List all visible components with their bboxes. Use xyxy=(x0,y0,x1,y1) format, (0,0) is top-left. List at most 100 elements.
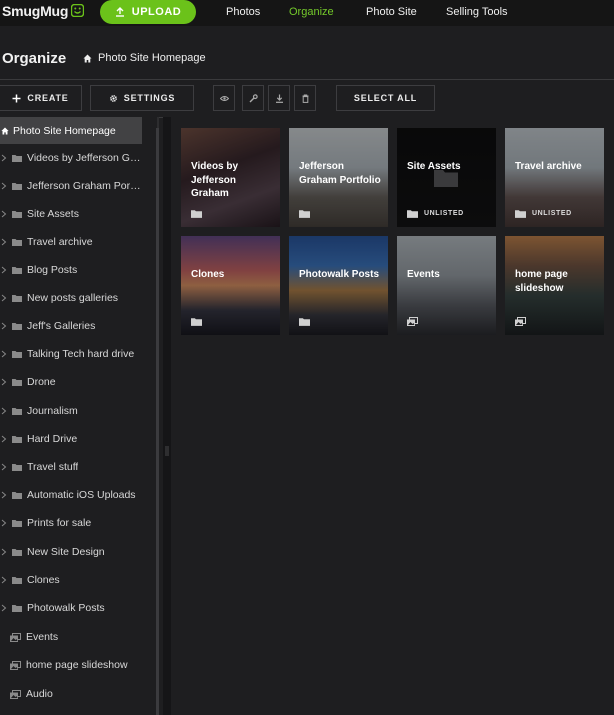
grid-tile[interactable]: Videos by Jefferson Graham xyxy=(181,128,280,227)
chevron-right-icon[interactable] xyxy=(0,576,8,584)
sidebar-item[interactable]: Site Assets xyxy=(0,205,142,223)
sidebar-item-label: New posts galleries xyxy=(27,292,119,304)
tile-footer xyxy=(515,317,526,326)
sidebar-item[interactable]: Videos by Jefferson Graham xyxy=(0,149,142,167)
tile-footer xyxy=(191,209,202,218)
folder-icon xyxy=(12,211,22,218)
grid-tile[interactable]: Site Assets UNLISTED xyxy=(397,128,496,227)
sidebar-item-label: Clones xyxy=(27,574,60,586)
gallery-icon xyxy=(10,689,21,699)
tile-footer xyxy=(299,209,310,218)
tile-footer xyxy=(407,317,418,326)
tile-footer: UNLISTED xyxy=(515,209,572,218)
chevron-right-icon[interactable] xyxy=(0,154,8,162)
sidebar-item-photo-site-homepage[interactable]: Photo Site Homepage xyxy=(0,117,142,144)
eye-icon xyxy=(219,95,229,101)
chevron-right-icon[interactable] xyxy=(0,463,8,471)
grid-tile[interactable]: Photowalk Posts xyxy=(289,236,388,335)
chevron-right-icon[interactable] xyxy=(0,548,8,556)
tile-title: Travel archive xyxy=(515,161,582,172)
sidebar-item[interactable]: Photowalk Posts xyxy=(0,599,142,617)
tools-button[interactable] xyxy=(242,85,264,111)
nav-selling-tools[interactable]: Selling Tools xyxy=(446,6,508,18)
sidebar-item[interactable]: home page slideshow xyxy=(0,656,142,674)
folder-icon xyxy=(12,492,22,499)
sidebar-item[interactable]: New Site Design xyxy=(0,543,142,561)
sidebar-item[interactable]: Automatic iOS Uploads xyxy=(0,486,142,504)
sidebar-item[interactable]: Jeff's Galleries xyxy=(0,317,142,335)
visibility-button[interactable] xyxy=(213,85,235,111)
sidebar-item[interactable]: Events xyxy=(0,628,142,646)
sidebar: Photo Site Homepage Videos by Jefferson … xyxy=(0,117,158,715)
unlisted-badge: UNLISTED xyxy=(424,210,464,217)
gallery-icon xyxy=(10,660,21,670)
grid-tile[interactable]: Jefferson Graham Portfolio xyxy=(289,128,388,227)
sidebar-item[interactable]: Travel stuff xyxy=(0,458,142,476)
chevron-right-icon[interactable] xyxy=(0,266,8,274)
sidebar-item[interactable]: Blog Posts xyxy=(0,261,142,279)
delete-button[interactable] xyxy=(294,85,316,111)
tile-title: Events xyxy=(407,269,440,280)
folder-icon xyxy=(299,210,310,218)
tile-footer xyxy=(191,317,202,326)
gallery-icon xyxy=(407,317,418,326)
chevron-right-icon[interactable] xyxy=(0,435,8,443)
folder-icon xyxy=(515,210,526,218)
download-icon xyxy=(275,94,283,103)
breadcrumb[interactable]: Photo Site Homepage xyxy=(83,52,206,64)
smugmug-logo[interactable]: SmugMug xyxy=(2,3,85,19)
chevron-right-icon[interactable] xyxy=(0,604,8,612)
sidebar-item[interactable]: Prints for sale xyxy=(0,514,142,532)
sidebar-item[interactable]: Jefferson Graham Portfolio xyxy=(0,177,142,195)
sidebar-item-label: Photowalk Posts xyxy=(27,602,105,614)
chevron-right-icon[interactable] xyxy=(0,322,8,330)
create-label: CREATE xyxy=(27,93,69,103)
sidebar-item-label: Journalism xyxy=(27,405,78,417)
sidebar-item[interactable]: Talking Tech hard drive xyxy=(0,345,142,363)
sidebar-item[interactable]: Audio xyxy=(0,685,142,703)
sidebar-item-label: Travel archive xyxy=(27,236,93,248)
settings-button[interactable]: SETTINGS xyxy=(90,85,194,111)
chevron-right-icon[interactable] xyxy=(0,182,8,190)
tile-title: Site Assets xyxy=(407,161,461,172)
upload-label: UPLOAD xyxy=(131,6,182,18)
nav-photos[interactable]: Photos xyxy=(226,6,260,18)
sidebar-item[interactable]: Travel archive xyxy=(0,233,142,251)
chevron-right-icon[interactable] xyxy=(0,407,8,415)
folder-icon xyxy=(12,155,22,162)
grid-tile[interactable]: Events xyxy=(397,236,496,335)
panel-divider[interactable] xyxy=(163,117,171,715)
gallery-icon xyxy=(10,632,21,642)
chevron-right-icon[interactable] xyxy=(0,210,8,218)
download-button[interactable] xyxy=(268,85,290,111)
folder-icon xyxy=(12,464,22,471)
chevron-right-icon[interactable] xyxy=(0,294,8,302)
content-grid: Videos by Jefferson Graham Jefferson Grah… xyxy=(171,117,614,715)
create-button[interactable]: CREATE xyxy=(0,85,82,111)
sidebar-item[interactable]: Drone xyxy=(0,373,142,391)
upload-button[interactable]: UPLOAD xyxy=(100,0,196,24)
sidebar-scrollbar[interactable] xyxy=(156,128,159,715)
sidebar-item[interactable]: New posts galleries xyxy=(0,289,142,307)
folder-icon xyxy=(12,549,22,556)
sidebar-item[interactable]: Journalism xyxy=(0,402,142,420)
resize-grip-icon[interactable] xyxy=(165,446,169,456)
folder-icon xyxy=(191,210,202,218)
nav-organize[interactable]: Organize xyxy=(289,6,334,18)
select-all-button[interactable]: SELECT ALL xyxy=(336,85,435,111)
upload-icon xyxy=(115,7,124,17)
chevron-right-icon[interactable] xyxy=(0,519,8,527)
chevron-right-icon[interactable] xyxy=(0,378,8,386)
tile-footer: UNLISTED xyxy=(407,209,464,218)
home-icon xyxy=(1,126,9,135)
chevron-right-icon[interactable] xyxy=(0,350,8,358)
chevron-right-icon[interactable] xyxy=(0,491,8,499)
chevron-right-icon[interactable] xyxy=(0,238,8,246)
sidebar-item-label: Automatic iOS Uploads xyxy=(27,489,136,501)
sidebar-item[interactable]: Clones xyxy=(0,571,142,589)
grid-tile[interactable]: Clones xyxy=(181,236,280,335)
nav-photo-site[interactable]: Photo Site xyxy=(366,6,417,18)
grid-tile[interactable]: Travel archive UNLISTED xyxy=(505,128,604,227)
grid-tile[interactable]: home page slideshow xyxy=(505,236,604,335)
sidebar-item[interactable]: Hard Drive xyxy=(0,430,142,448)
